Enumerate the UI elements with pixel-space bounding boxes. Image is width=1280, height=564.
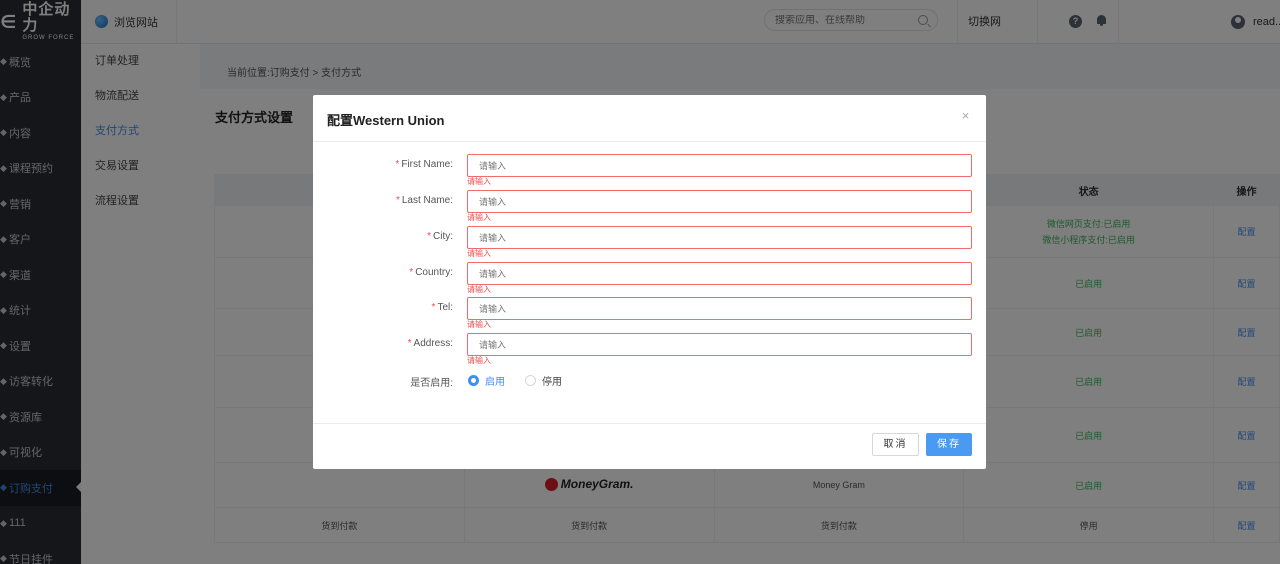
enable-radio-group: 是否启用: 启用 停用: [313, 373, 986, 389]
form-row-first-name: * First Name: 请输入: [313, 154, 986, 189]
radio-unchecked-icon: [525, 375, 536, 386]
tel-label: * Tel:: [431, 302, 453, 313]
country-label: * Country:: [409, 267, 453, 278]
country-field[interactable]: [467, 262, 972, 285]
address-field[interactable]: [467, 333, 972, 356]
form-row-country: * Country: 请输入: [313, 262, 986, 297]
address-label: * Address:: [407, 338, 453, 349]
form-row-city: * City: 请输入: [313, 226, 986, 261]
radio-disable[interactable]: 停用: [525, 373, 562, 388]
form-row-address: * Address: 请输入: [313, 333, 986, 368]
first-name-error: 请输入: [467, 177, 491, 186]
radio-enable[interactable]: 启用: [468, 373, 505, 388]
dialog-header: 配置Western Union ×: [313, 95, 986, 142]
close-icon[interactable]: ×: [960, 109, 971, 123]
first-name-label: * First Name:: [395, 159, 453, 170]
city-label: * City:: [427, 231, 453, 242]
last-name-label: * Last Name:: [395, 195, 453, 206]
enable-label: 是否启用:: [410, 378, 453, 389]
form-row-last-name: * Last Name: 请输入: [313, 190, 986, 225]
city-field[interactable]: [467, 226, 972, 249]
last-name-field[interactable]: [467, 190, 972, 213]
western-union-dialog: 配置Western Union × *First Name: 请输入 *Last…: [313, 95, 986, 469]
city-error: 请输入: [467, 249, 491, 258]
address-error: 请输入: [467, 356, 491, 365]
save-button[interactable]: 保存: [926, 433, 972, 456]
dialog-title: 配置Western Union: [327, 113, 445, 128]
form-row-tel: * Tel: 请输入: [313, 297, 986, 332]
dialog-footer: 取消 保存: [313, 423, 986, 469]
tel-field[interactable]: [467, 297, 972, 320]
country-error: 请输入: [467, 285, 491, 294]
last-name-error: 请输入: [467, 213, 491, 222]
cancel-button[interactable]: 取消: [872, 433, 919, 456]
radio-checked-icon: [468, 375, 479, 386]
first-name-field[interactable]: [467, 154, 972, 177]
tel-error: 请输入: [467, 320, 491, 329]
